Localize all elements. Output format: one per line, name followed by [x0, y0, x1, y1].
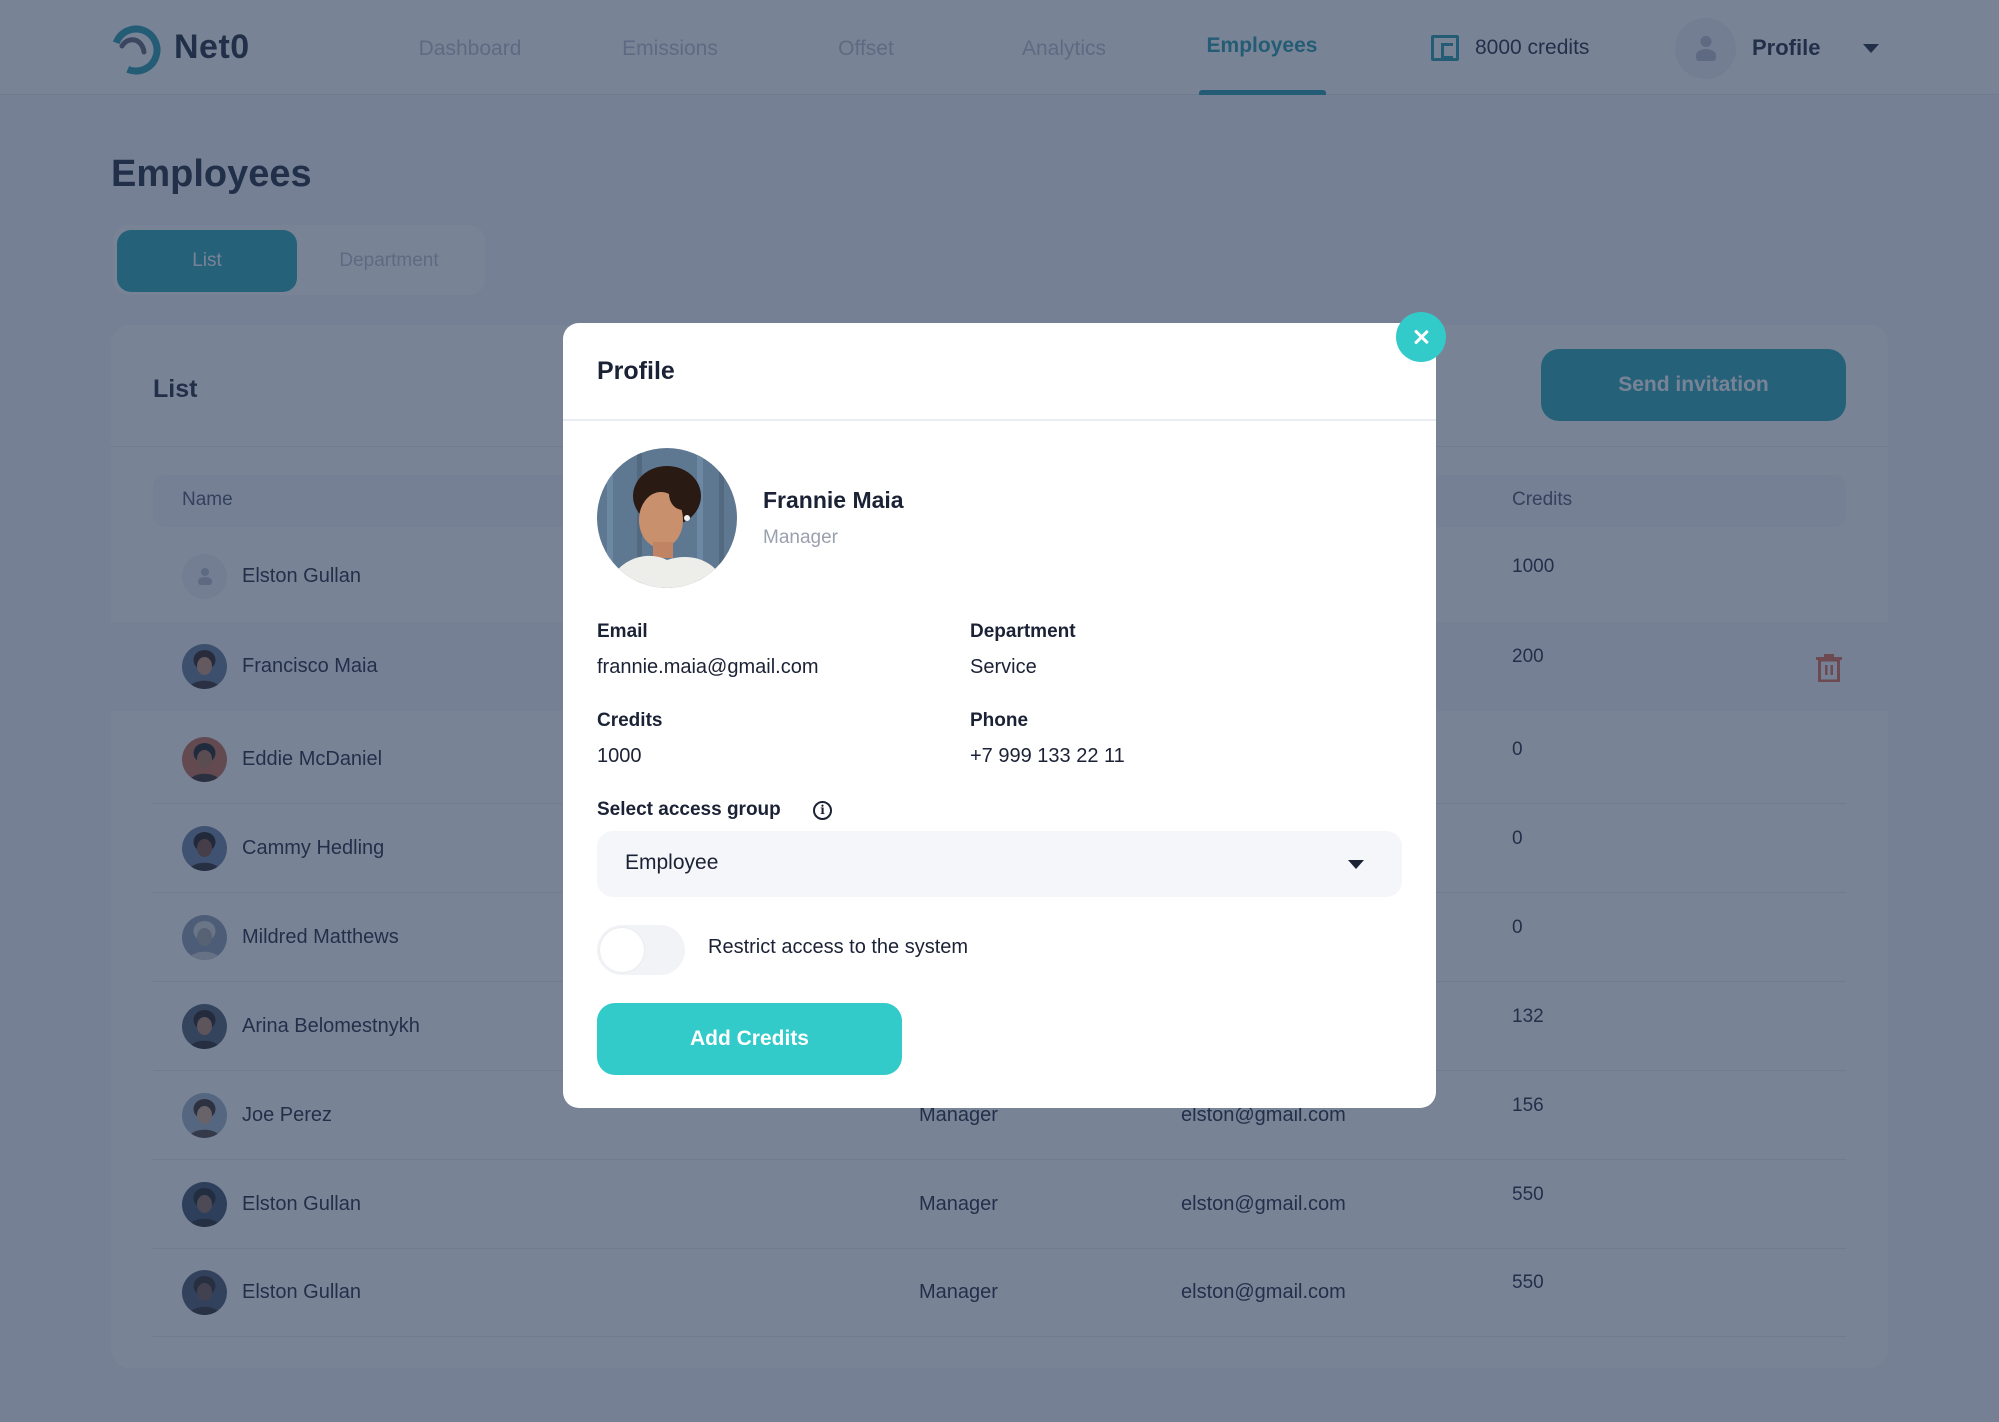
email-label: Email: [597, 621, 648, 642]
access-group-label: Select access group: [597, 799, 781, 820]
credits-value: 1000: [597, 745, 642, 767]
phone-value: +7 999 133 22 11: [970, 745, 1125, 767]
access-group-value: Employee: [625, 851, 719, 874]
employee-name: Frannie Maia: [763, 487, 904, 513]
department-value: Service: [970, 656, 1037, 678]
profile-modal: Profile Frannie Maia Manager Email frann…: [563, 323, 1436, 1108]
phone-label: Phone: [970, 710, 1029, 731]
chevron-down-icon: [1348, 860, 1364, 869]
toggle-knob: [600, 928, 644, 972]
profile-photo: [597, 448, 737, 588]
divider: [563, 419, 1436, 421]
info-icon[interactable]: i: [813, 801, 832, 820]
close-icon[interactable]: [1396, 312, 1446, 362]
department-label: Department: [970, 621, 1076, 642]
email-value: frannie.maia@gmail.com: [597, 656, 819, 678]
add-credits-button[interactable]: Add Credits: [597, 1003, 902, 1075]
access-group-select[interactable]: Employee: [597, 831, 1402, 897]
employee-role: Manager: [763, 527, 838, 548]
credits-label: Credits: [597, 710, 663, 731]
restrict-access-label: Restrict access to the system: [708, 936, 969, 958]
restrict-access-toggle[interactable]: [597, 925, 685, 975]
modal-title: Profile: [597, 357, 675, 385]
